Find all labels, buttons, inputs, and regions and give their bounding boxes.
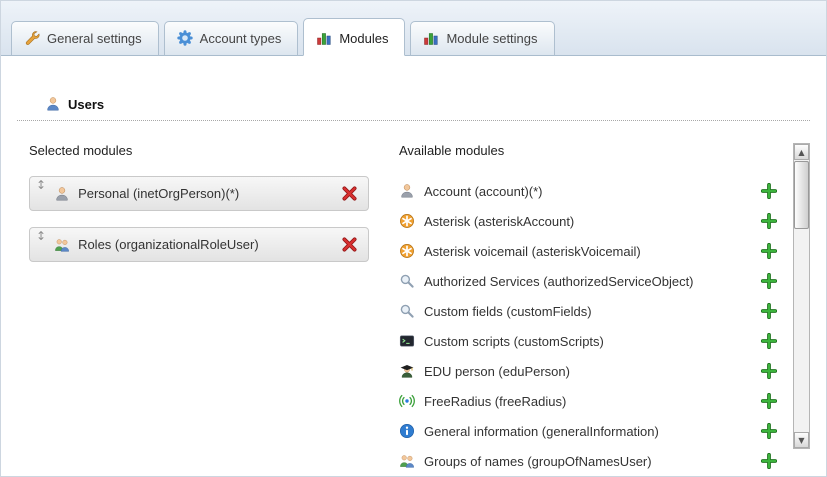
add-icon (761, 363, 777, 379)
add-icon (761, 423, 777, 439)
add-icon (761, 453, 777, 469)
module-columns: Selected modules ↕ Personal (inetOrgPers… (1, 143, 826, 476)
terminal-icon (399, 333, 415, 349)
user-icon (45, 96, 61, 112)
add-icon (761, 183, 777, 199)
delete-icon (341, 236, 358, 253)
selected-module-row-personal[interactable]: ↕ Personal (inetOrgPerson)(*) (29, 176, 369, 211)
tab-label: Account types (200, 31, 282, 46)
add-icon (761, 273, 777, 289)
tab-account-types[interactable]: Account types (164, 21, 299, 56)
add-custom-scripts-button[interactable] (761, 333, 777, 349)
add-asterisk-button[interactable] (761, 213, 777, 229)
available-modules-scrollbar[interactable]: ▲ ▼ (793, 143, 810, 449)
remove-roles-button[interactable] (341, 236, 358, 253)
scroll-down-icon[interactable]: ▼ (794, 432, 809, 448)
available-module-row-custom-fields: Custom fields (customFields) (399, 296, 787, 326)
modules-icon (316, 30, 332, 46)
available-module-row-custom-scripts: Custom scripts (customScripts) (399, 326, 787, 356)
tab-bar: General settings Account types Modules M… (1, 1, 826, 56)
available-module-label: Account (account)(*) (424, 184, 543, 199)
available-module-label: Custom scripts (customScripts) (424, 334, 604, 349)
add-edu-person-button[interactable] (761, 363, 777, 379)
antenna-icon (399, 393, 415, 409)
section-title: Users (68, 97, 104, 112)
available-module-row-asterisk: Asterisk (asteriskAccount) (399, 206, 787, 236)
available-module-row-account: Account (account)(*) (399, 176, 787, 206)
selected-modules-column: Selected modules ↕ Personal (inetOrgPers… (17, 143, 385, 476)
users-section-heading: Users (17, 96, 810, 121)
magnifier-icon (399, 273, 415, 289)
info-icon (399, 423, 415, 439)
add-freeradius-button[interactable] (761, 393, 777, 409)
scrollbar-track[interactable] (794, 160, 809, 432)
add-custom-fields-button[interactable] (761, 303, 777, 319)
add-icon (761, 393, 777, 409)
add-icon (761, 333, 777, 349)
drag-handle-icon[interactable]: ↕ (36, 180, 46, 190)
tab-modules[interactable]: Modules (303, 18, 405, 56)
available-modules-list: Available modules Account (account)(*) A… (399, 143, 787, 476)
available-module-label: Custom fields (customFields) (424, 304, 592, 319)
add-groups-of-names-button[interactable] (761, 453, 777, 469)
delete-icon (341, 185, 358, 202)
available-modules-heading: Available modules (399, 143, 787, 158)
tab-label: Modules (339, 31, 388, 46)
account-icon (399, 183, 415, 199)
available-module-label: Groups of names (groupOfNamesUser) (424, 454, 652, 469)
available-module-label: FreeRadius (freeRadius) (424, 394, 566, 409)
available-module-row-asterisk-voicemail: Asterisk voicemail (asteriskVoicemail) (399, 236, 787, 266)
available-module-label: Asterisk voicemail (asteriskVoicemail) (424, 244, 641, 259)
asterisk-voicemail-icon (399, 243, 415, 259)
lam-configuration-page: General settings Account types Modules M… (0, 0, 827, 477)
add-icon (761, 213, 777, 229)
scroll-up-icon[interactable]: ▲ (794, 144, 809, 160)
badge-icon (177, 30, 193, 46)
selected-module-label: Personal (inetOrgPerson)(*) (78, 186, 239, 201)
selected-modules-heading: Selected modules (29, 143, 385, 158)
tab-general-settings[interactable]: General settings (11, 21, 159, 56)
add-authorized-services-button[interactable] (761, 273, 777, 289)
add-general-information-button[interactable] (761, 423, 777, 439)
tab-module-settings[interactable]: Module settings (410, 21, 554, 56)
available-module-label: General information (generalInformation) (424, 424, 659, 439)
available-module-label: EDU person (eduPerson) (424, 364, 570, 379)
selected-module-row-roles[interactable]: ↕ Roles (organizationalRoleUser) (29, 227, 369, 262)
asterisk-icon (399, 213, 415, 229)
tab-label: Module settings (446, 31, 537, 46)
magnifier-icon (399, 303, 415, 319)
scrollbar-thumb[interactable] (794, 161, 809, 229)
graduate-icon (399, 363, 415, 379)
wrench-icon (24, 30, 40, 46)
add-asterisk-voicemail-button[interactable] (761, 243, 777, 259)
remove-personal-button[interactable] (341, 185, 358, 202)
roles-icon (54, 237, 70, 253)
add-account-button[interactable] (761, 183, 777, 199)
group-icon (399, 453, 415, 469)
add-icon (761, 243, 777, 259)
module-settings-icon (423, 30, 439, 46)
available-module-row-edu-person: EDU person (eduPerson) (399, 356, 787, 386)
add-icon (761, 303, 777, 319)
available-module-row-authorized-services: Authorized Services (authorizedServiceOb… (399, 266, 787, 296)
selected-module-label: Roles (organizationalRoleUser) (78, 237, 259, 252)
modules-tab-content: Users Selected modules ↕ Personal (inetO… (1, 56, 826, 476)
drag-handle-icon[interactable]: ↕ (36, 231, 46, 241)
available-module-row-freeradius: FreeRadius (freeRadius) (399, 386, 787, 416)
available-modules-column: Available modules Account (account)(*) A… (385, 143, 810, 476)
available-module-row-general-information: General information (generalInformation) (399, 416, 787, 446)
personal-icon (54, 186, 70, 202)
available-module-label: Asterisk (asteriskAccount) (424, 214, 574, 229)
available-module-label: Authorized Services (authorizedServiceOb… (424, 274, 694, 289)
available-module-row-groups-of-names: Groups of names (groupOfNamesUser) (399, 446, 787, 476)
tab-label: General settings (47, 31, 142, 46)
